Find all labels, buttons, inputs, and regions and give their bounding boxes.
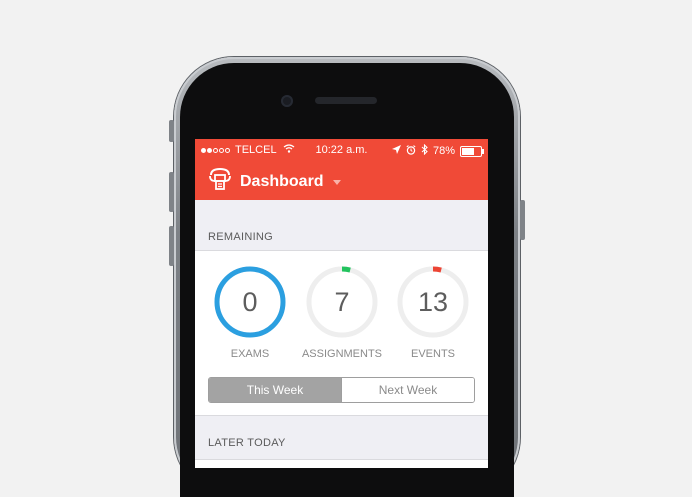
this-week-segment[interactable]: This Week bbox=[209, 378, 341, 402]
location-icon bbox=[391, 145, 401, 157]
section-title: LATER TODAY bbox=[208, 437, 286, 449]
status-bar: TELCEL 10:22 a.m. 78% bbox=[195, 139, 488, 161]
section-title: REMAINING bbox=[208, 231, 274, 243]
stat-value: 0 bbox=[242, 287, 258, 317]
next-week-segment[interactable]: Next Week bbox=[341, 378, 474, 402]
app-header: TELCEL 10:22 a.m. 78% Dashboard bbox=[195, 139, 488, 200]
volume-up-button bbox=[169, 172, 174, 212]
events-count-ring[interactable]: 13 bbox=[396, 265, 470, 339]
mortarboard-books-icon bbox=[207, 167, 233, 196]
remaining-card: 0 EXAMS 7 ASSIGNMENTS 13 EVENTS This Week Nex… bbox=[195, 250, 488, 416]
earpiece-speaker bbox=[315, 97, 377, 104]
stat-value: 13 bbox=[417, 287, 449, 317]
later-today-list bbox=[195, 459, 488, 468]
week-segmented-control[interactable]: This Week Next Week bbox=[208, 377, 475, 403]
battery-percent: 78% bbox=[432, 145, 455, 157]
status-icons: 78% bbox=[391, 143, 484, 158]
assignments-count-ring[interactable]: 7 bbox=[305, 265, 379, 339]
section-header-remaining: REMAINING bbox=[195, 227, 488, 247]
section-header-later-today: LATER TODAY bbox=[195, 433, 488, 453]
app-screen: TELCEL 10:22 a.m. 78% Dashboard REMAININ… bbox=[195, 139, 488, 468]
nav-bar[interactable]: Dashboard bbox=[207, 167, 341, 196]
power-button bbox=[520, 200, 525, 240]
stat-value: 7 bbox=[334, 287, 350, 317]
battery-icon bbox=[460, 145, 484, 157]
alarm-clock-icon bbox=[406, 144, 416, 158]
page-title[interactable]: Dashboard bbox=[240, 173, 324, 191]
front-camera bbox=[281, 95, 293, 107]
exams-count-ring[interactable]: 0 bbox=[213, 265, 287, 339]
mute-switch bbox=[169, 120, 174, 142]
stat-label: EVENTS bbox=[410, 348, 455, 360]
bluetooth-icon bbox=[421, 143, 428, 158]
caret-down-icon[interactable] bbox=[332, 180, 341, 185]
volume-down-button bbox=[169, 226, 174, 266]
